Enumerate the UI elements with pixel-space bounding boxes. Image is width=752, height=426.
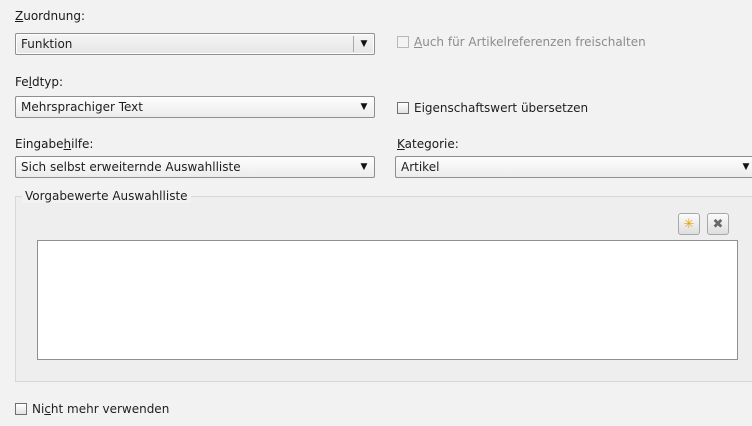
delete-x-icon: ✖ <box>712 216 724 232</box>
star-add-icon: ✳ <box>683 216 695 232</box>
translate-property-label: Eigenschaftswert übersetzen <box>414 101 589 115</box>
assignment-select-value: Funktion <box>21 37 73 51</box>
translate-property-checkbox[interactable] <box>397 102 409 114</box>
delete-value-button[interactable]: ✖ <box>707 213 729 235</box>
default-values-list[interactable] <box>37 240 738 360</box>
category-select-value: Artikel <box>401 160 440 174</box>
article-refs-checkbox[interactable] <box>397 36 409 48</box>
chevron-down-icon[interactable]: ▼ <box>740 162 752 172</box>
category-select[interactable]: Artikel ▼ <box>395 156 752 178</box>
input-help-select-value: Sich selbst erweiternde Auswahlliste <box>21 160 241 174</box>
category-label: Kategorie: <box>397 137 459 151</box>
field-type-select-value: Mehrsprachiger Text <box>21 100 143 114</box>
article-refs-option[interactable]: Auch für Artikelreferenzen freischalten <box>397 35 646 49</box>
field-type-label: Feldtyp: <box>15 75 64 89</box>
assignment-select-divider <box>353 36 354 52</box>
deprecated-option[interactable]: Nicht mehr verwenden <box>15 402 169 416</box>
input-help-select[interactable]: Sich selbst erweiternde Auswahlliste ▼ <box>15 156 375 178</box>
field-type-select[interactable]: Mehrsprachiger Text ▼ <box>15 96 375 118</box>
default-values-title: Vorgabewerte Auswahlliste <box>22 189 191 203</box>
input-help-label: Eingabehilfe: <box>15 137 94 151</box>
chevron-down-icon[interactable]: ▼ <box>358 102 370 112</box>
assignment-select[interactable]: Funktion ▼ <box>15 33 375 55</box>
chevron-down-icon[interactable]: ▼ <box>358 162 370 172</box>
deprecated-label: Nicht mehr verwenden <box>32 402 170 416</box>
chevron-down-icon[interactable]: ▼ <box>358 39 370 49</box>
assignment-label: Zuordnung: <box>15 9 85 23</box>
article-refs-label: Auch für Artikelreferenzen freischalten <box>414 35 646 49</box>
translate-property-option[interactable]: Eigenschaftswert übersetzen <box>397 101 588 115</box>
add-value-button[interactable]: ✳ <box>678 213 700 235</box>
deprecated-checkbox[interactable] <box>15 403 27 415</box>
